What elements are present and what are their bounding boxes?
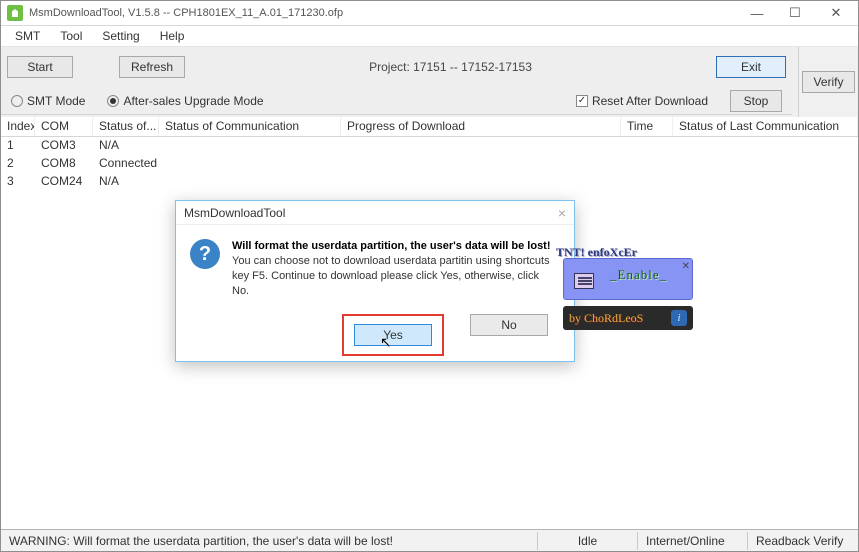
radio-icon	[107, 95, 119, 107]
col-index[interactable]: Index	[1, 117, 35, 136]
statusbar: WARNING: Will format the userdata partit…	[1, 529, 858, 551]
start-button[interactable]: Start	[7, 56, 73, 78]
checkbox-icon	[576, 95, 588, 107]
app-icon	[7, 5, 23, 21]
dialog-close-button[interactable]: ×	[558, 205, 566, 221]
status-idle: Idle	[538, 532, 638, 550]
minimize-button[interactable]: —	[738, 1, 776, 25]
watermark-enable: _Enable_	[610, 267, 667, 283]
smt-mode-radio[interactable]: SMT Mode	[11, 94, 85, 108]
after-sales-mode-radio[interactable]: After-sales Upgrade Mode	[107, 94, 263, 108]
col-status-comm[interactable]: Status of Communication	[159, 117, 341, 136]
watermark-enable-badge: TNT! enfoXcEr _Enable_ ✕	[563, 258, 693, 300]
exit-button[interactable]: Exit	[716, 56, 786, 78]
menu-setting[interactable]: Setting	[92, 27, 149, 45]
menu-tool[interactable]: Tool	[50, 27, 92, 45]
menubar: SMT Tool Setting Help	[1, 26, 858, 47]
yes-button[interactable]: Yes	[354, 324, 432, 346]
verify-button[interactable]: Verify	[802, 71, 854, 93]
toolbar-area: Start Refresh Project: 17151 -- 17152-17…	[1, 47, 858, 117]
confirm-dialog: MsmDownloadTool × ? Will format the user…	[175, 200, 575, 362]
dialog-title: MsmDownloadTool	[184, 206, 285, 220]
close-button[interactable]: ✕	[814, 1, 858, 25]
stop-button[interactable]: Stop	[730, 90, 782, 112]
toolbar: Start Refresh Project: 17151 -- 17152-17…	[1, 47, 792, 87]
yes-button-highlight: Yes	[342, 314, 444, 356]
table-row[interactable]: 2 COM8 Connected	[1, 155, 858, 173]
refresh-button[interactable]: Refresh	[119, 56, 185, 78]
status-warning: WARNING: Will format the userdata partit…	[1, 532, 538, 550]
menu-help[interactable]: Help	[150, 27, 195, 45]
info-icon: i	[671, 310, 687, 326]
table-header: Index COM Status of... Status of Communi…	[1, 117, 858, 137]
maximize-button[interactable]: ☐	[776, 1, 814, 25]
no-button[interactable]: No	[470, 314, 548, 336]
col-time[interactable]: Time	[621, 117, 673, 136]
status-readback: Readback Verify	[748, 532, 858, 550]
watermark-brand: TNT! enfoXcEr	[556, 245, 637, 260]
document-icon	[574, 273, 594, 289]
radio-icon	[11, 95, 23, 107]
col-com[interactable]: COM	[35, 117, 93, 136]
watermark-author: by ChoRdLeoS	[569, 311, 671, 326]
badge-close-icon: ✕	[682, 261, 690, 272]
question-icon: ?	[190, 239, 220, 269]
watermark-author-badge: by ChoRdLeoS i	[563, 306, 693, 330]
project-label: Project: 17151 -- 17152-17153	[193, 60, 708, 74]
window-title: MsmDownloadTool, V1.5.8 -- CPH1801EX_11_…	[29, 7, 738, 19]
reset-after-download-checkbox[interactable]: Reset After Download	[576, 94, 708, 108]
col-progress[interactable]: Progress of Download	[341, 117, 621, 136]
dialog-message: Will format the userdata partition, the …	[232, 239, 558, 298]
table-row[interactable]: 1 COM3 N/A	[1, 137, 858, 155]
dialog-titlebar: MsmDownloadTool ×	[176, 201, 574, 225]
col-last[interactable]: Status of Last Communication	[673, 117, 858, 136]
titlebar: MsmDownloadTool, V1.5.8 -- CPH1801EX_11_…	[1, 1, 858, 26]
menu-smt[interactable]: SMT	[5, 27, 50, 45]
mode-row: SMT Mode After-sales Upgrade Mode Reset …	[1, 87, 792, 115]
col-status-of[interactable]: Status of...	[93, 117, 159, 136]
status-internet: Internet/Online	[638, 532, 748, 550]
table-row[interactable]: 3 COM24 N/A	[1, 173, 858, 191]
